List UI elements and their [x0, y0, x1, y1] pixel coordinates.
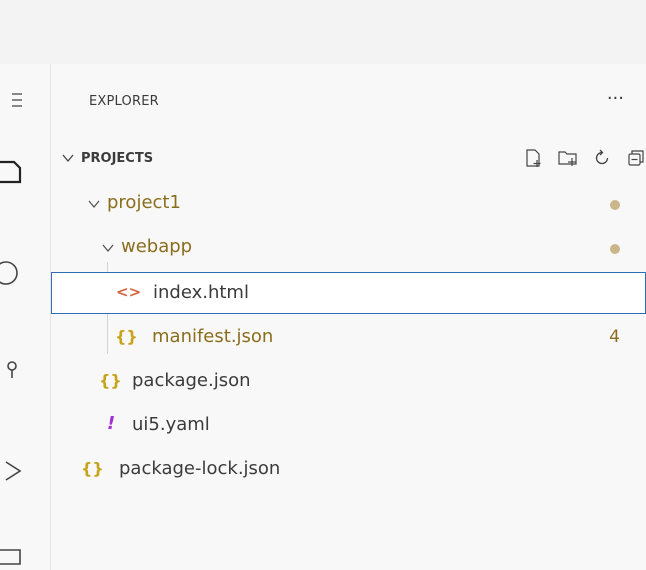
tree-item-label: ui5.yaml	[132, 414, 210, 435]
tree-item-file-manifest-json[interactable]: {} manifest.json 4	[51, 316, 646, 360]
section-title: PROJECTS	[81, 151, 154, 166]
collapse-all-icon[interactable]	[626, 148, 646, 168]
tree-item-label: package-lock.json	[119, 458, 281, 479]
activity-bar	[0, 64, 51, 570]
tree-item-file-index-html[interactable]: <> index.html	[51, 272, 646, 314]
yaml-file-icon: !	[107, 413, 116, 434]
refresh-icon[interactable]	[592, 148, 612, 168]
new-folder-icon[interactable]	[558, 148, 578, 168]
explorer-sidebar: EXPLORER ··· PROJECTS project1 webapp <>…	[51, 64, 646, 570]
section-toolbar	[524, 148, 646, 168]
tree-item-label: project1	[107, 192, 181, 213]
chevron-down-icon	[102, 244, 114, 253]
json-file-icon: {}	[81, 459, 104, 478]
tree-item-label: manifest.json	[152, 326, 274, 347]
tree-item-label: webapp	[121, 236, 193, 257]
tree-item-file-ui5-yaml[interactable]: ! ui5.yaml	[51, 404, 646, 448]
modified-dot	[610, 200, 620, 210]
extensions-icon[interactable]	[0, 540, 30, 570]
modified-dot	[610, 244, 620, 254]
tree-item-folder-webapp[interactable]: webapp	[51, 226, 646, 270]
chevron-down-icon	[88, 200, 100, 209]
run-debug-icon[interactable]	[0, 456, 30, 486]
tree-item-file-package-lock-json[interactable]: {} package-lock.json	[51, 448, 646, 492]
projects-section-header[interactable]: PROJECTS	[61, 148, 646, 172]
more-actions-button[interactable]: ···	[607, 88, 624, 109]
tree-item-file-package-json[interactable]: {} package.json	[51, 360, 646, 404]
json-file-icon: {}	[115, 327, 138, 346]
new-file-icon[interactable]	[524, 148, 544, 168]
explorer-title: EXPLORER	[89, 94, 159, 109]
html-file-icon: <>	[116, 283, 142, 301]
tree-item-label: index.html	[153, 282, 249, 303]
files-icon[interactable]	[0, 156, 30, 186]
tree-item-label: package.json	[132, 370, 251, 391]
title-bar	[0, 0, 646, 64]
tree-item-folder-project1[interactable]: project1	[51, 182, 646, 226]
source-control-icon[interactable]	[0, 354, 30, 384]
problem-count-badge: 4	[609, 327, 620, 347]
search-icon[interactable]	[0, 259, 30, 289]
json-file-icon: {}	[99, 371, 122, 390]
menu-icon[interactable]	[0, 86, 30, 116]
chevron-down-icon	[62, 154, 74, 163]
